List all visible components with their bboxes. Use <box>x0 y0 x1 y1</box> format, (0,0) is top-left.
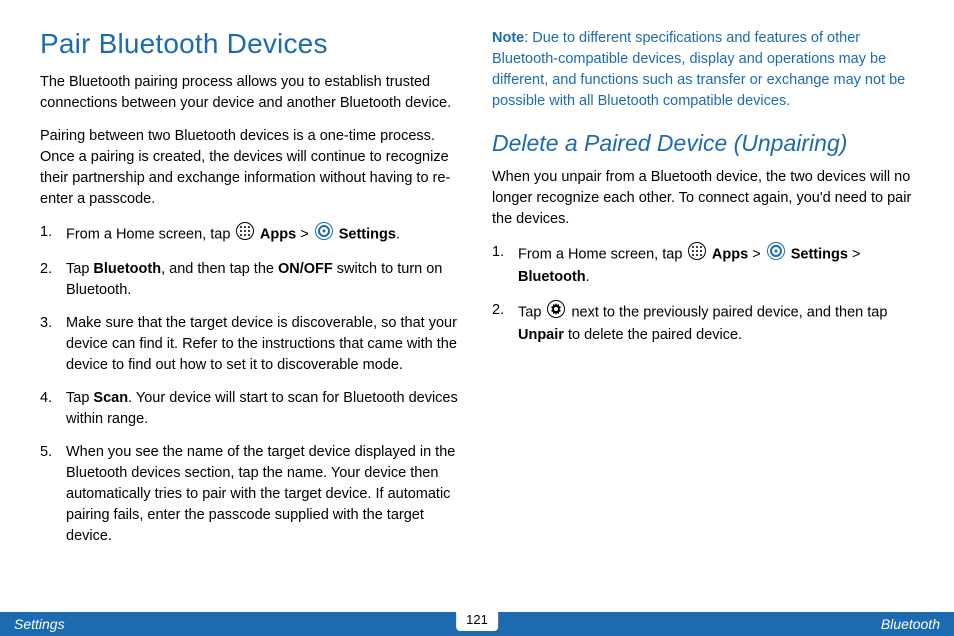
unpair-label: Unpair <box>518 327 564 343</box>
apps-icon <box>236 222 254 247</box>
apps-icon <box>688 242 706 267</box>
step-5: When you see the name of the target devi… <box>40 442 462 547</box>
settings-icon <box>767 242 785 267</box>
step-3: Make sure that the target device is disc… <box>40 313 462 376</box>
text: , and then tap the <box>161 261 278 277</box>
right-column: Note: Due to different specifications an… <box>492 28 914 600</box>
apps-label: Apps <box>256 226 296 242</box>
text: > <box>748 246 765 262</box>
unpair-steps: From a Home screen, tap Apps > Settings … <box>492 242 914 346</box>
settings-label: Settings <box>787 246 848 262</box>
text: Tap <box>518 304 545 320</box>
text: to delete the paired device. <box>564 327 742 343</box>
intro-p1: The Bluetooth pairing process allows you… <box>40 72 462 114</box>
unpair-intro: When you unpair from a Bluetooth device,… <box>492 167 914 230</box>
text: . <box>586 269 590 285</box>
text: From a Home screen, tap <box>66 226 234 242</box>
note-text: : Due to different specifications and fe… <box>492 30 905 109</box>
text: next to the previously paired device, an… <box>567 304 887 320</box>
apps-label: Apps <box>708 246 748 262</box>
step-4: Tap Scan. Your device will start to scan… <box>40 388 462 430</box>
unpair-step-1: From a Home screen, tap Apps > Settings … <box>492 242 914 288</box>
footer-left: Settings <box>14 616 65 632</box>
heading-pair: Pair Bluetooth Devices <box>40 28 462 60</box>
text: Tap <box>66 390 93 406</box>
heading-unpair: Delete a Paired Device (Unpairing) <box>492 130 914 157</box>
left-column: Pair Bluetooth Devices The Bluetooth pai… <box>40 28 462 600</box>
gear-icon <box>547 300 565 325</box>
footer-right: Bluetooth <box>881 616 940 632</box>
page-content: Pair Bluetooth Devices The Bluetooth pai… <box>0 0 954 600</box>
text: > <box>848 246 861 262</box>
settings-label: Settings <box>335 226 396 242</box>
text: From a Home screen, tap <box>518 246 686 262</box>
note-block: Note: Due to different specifications an… <box>492 28 914 112</box>
bluetooth-label: Bluetooth <box>93 261 161 277</box>
page-number: 121 <box>456 610 498 631</box>
text: > <box>296 226 313 242</box>
settings-icon <box>315 222 333 247</box>
text: Tap <box>66 261 93 277</box>
page-footer: Settings 121 Bluetooth <box>0 612 954 636</box>
unpair-step-2: Tap next to the previously paired device… <box>492 300 914 346</box>
text: . <box>396 226 400 242</box>
pair-steps: From a Home screen, tap Apps > Settings.… <box>40 222 462 547</box>
scan-label: Scan <box>93 390 128 406</box>
step-2: Tap Bluetooth, and then tap the ON/OFF s… <box>40 259 462 301</box>
note-label: Note <box>492 30 524 46</box>
bluetooth-label: Bluetooth <box>518 269 586 285</box>
step-1: From a Home screen, tap Apps > Settings. <box>40 222 462 247</box>
intro-p2: Pairing between two Bluetooth devices is… <box>40 126 462 210</box>
onoff-label: ON/OFF <box>278 261 333 277</box>
